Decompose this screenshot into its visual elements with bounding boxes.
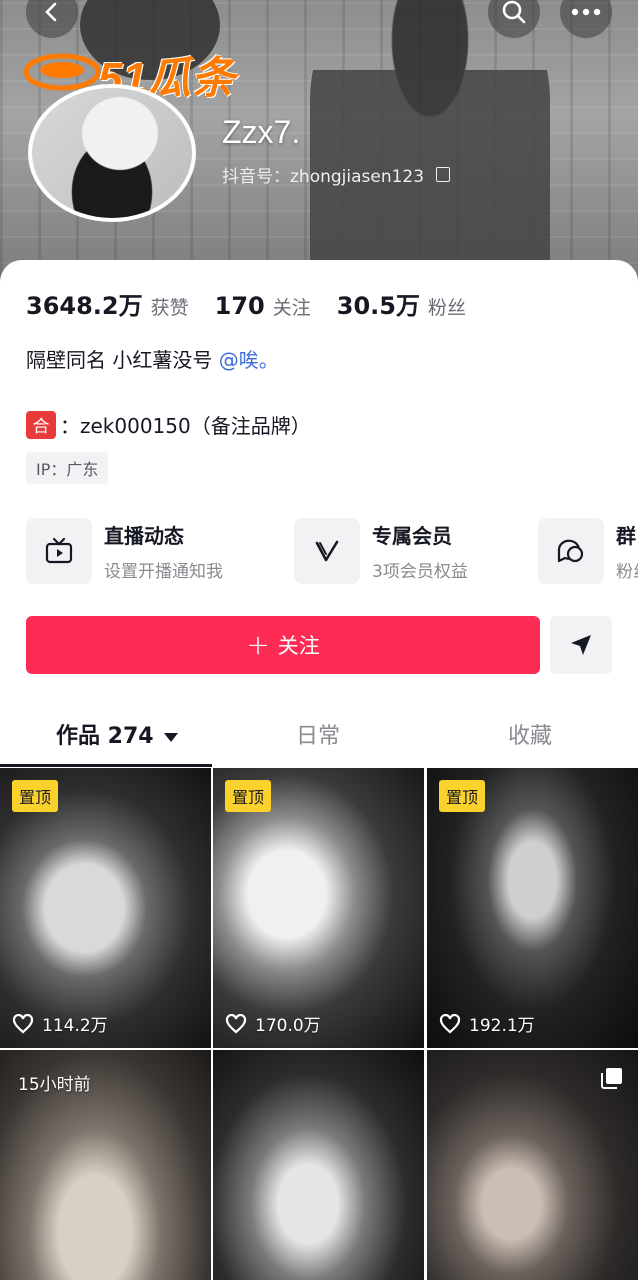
multi-image-icon bbox=[601, 1068, 622, 1089]
feature-group-subtitle: 粉丝 bbox=[616, 562, 638, 582]
tab-works-label: 作品 274 bbox=[56, 724, 154, 749]
back-button[interactable] bbox=[26, 0, 78, 38]
pinned-badge: 置顶 bbox=[12, 780, 59, 812]
following-label[interactable]: 关注 bbox=[273, 293, 311, 320]
video-thumbnail[interactable]: 置顶 170.0万 bbox=[213, 768, 424, 1048]
feature-member-title: 专属会员 bbox=[372, 524, 452, 548]
profile-banner: 51瓜条 51guatiao.com Zzx7. 抖音号：zhongjiasen… bbox=[0, 0, 638, 290]
bio-mention-link[interactable]: @唉。 bbox=[219, 348, 279, 372]
contact-text: ：zek000150（备注品牌） bbox=[60, 414, 311, 438]
contact-line: 合 ：zek000150（备注品牌） bbox=[26, 410, 311, 439]
video-grid: 置顶 114.2万 置顶 170.0万 置顶 192.1万 15小时前 bbox=[0, 768, 638, 1280]
paper-plane-icon bbox=[571, 635, 591, 655]
tab-daily[interactable]: 日常 bbox=[296, 718, 340, 750]
tab-favorites[interactable]: 收藏 bbox=[508, 718, 552, 750]
tab-active-indicator bbox=[0, 764, 212, 767]
video-likes-count: 170.0万 bbox=[255, 1016, 321, 1036]
send-message-button[interactable] bbox=[550, 616, 612, 674]
heart-icon bbox=[12, 1013, 34, 1033]
follow-label: 关注 bbox=[277, 634, 320, 658]
video-thumbnail[interactable]: 置顶 114.2万 bbox=[0, 768, 211, 1048]
content-tabs: 作品 274 日常 收藏 bbox=[0, 702, 638, 768]
cooperation-icon: 合 bbox=[26, 410, 56, 439]
video-thumbnail[interactable] bbox=[213, 1050, 424, 1280]
video-thumbnail[interactable] bbox=[427, 1050, 638, 1280]
video-likes: 170.0万 bbox=[225, 1011, 321, 1036]
stats-row: 3648.2万 获赞 170 关注 30.5万 粉丝 bbox=[26, 286, 492, 321]
video-cover bbox=[213, 1050, 424, 1280]
video-likes: 114.2万 bbox=[12, 1011, 108, 1036]
followers-count[interactable]: 30.5万 bbox=[337, 286, 420, 321]
feature-live-updates[interactable]: 直播动态 设置开播通知我 bbox=[26, 518, 223, 584]
feature-shortcuts: 直播动态 设置开播通知我 专属会员 3项会员权益 群 粉丝 bbox=[26, 518, 638, 584]
more-dots-icon bbox=[571, 8, 601, 16]
nickname: Zzx7. bbox=[222, 114, 301, 150]
bio: 隔壁同名 小红薯没号 @唉。 bbox=[26, 344, 279, 373]
video-thumbnail[interactable]: 置顶 192.1万 bbox=[427, 768, 638, 1048]
pinned-badge: 置顶 bbox=[439, 780, 486, 812]
feature-live-subtitle: 设置开播通知我 bbox=[104, 562, 223, 582]
douyin-id-text: 抖音号：zhongjiasen123 bbox=[222, 167, 425, 187]
search-icon bbox=[502, 0, 526, 24]
group-chat-icon bbox=[538, 518, 604, 584]
feature-member-subtitle: 3项会员权益 bbox=[372, 562, 468, 582]
likes-label: 获赞 bbox=[150, 297, 189, 319]
video-likes: 192.1万 bbox=[439, 1011, 535, 1036]
likes-count: 3648.2万 bbox=[26, 292, 143, 320]
video-thumbnail[interactable]: 15小时前 bbox=[0, 1050, 211, 1280]
feature-live-title: 直播动态 bbox=[104, 524, 184, 548]
plus-icon: + bbox=[246, 628, 270, 661]
feature-membership[interactable]: 专属会员 3项会员权益 bbox=[294, 518, 468, 584]
bio-text: 隔壁同名 小红薯没号 bbox=[26, 348, 219, 372]
tab-works[interactable]: 作品 274 bbox=[56, 718, 178, 750]
video-likes-count: 192.1万 bbox=[469, 1016, 535, 1036]
following-count[interactable]: 170 bbox=[215, 292, 265, 320]
banner-illustration-right bbox=[310, 0, 550, 280]
copy-icon[interactable] bbox=[436, 167, 451, 182]
video-likes-count: 114.2万 bbox=[42, 1016, 108, 1036]
pinned-badge: 置顶 bbox=[225, 780, 272, 812]
chevron-left-icon bbox=[45, 2, 57, 22]
tv-icon bbox=[26, 518, 92, 584]
caret-down-icon bbox=[163, 732, 178, 742]
member-v-icon bbox=[294, 518, 360, 584]
ip-location-tag: IP：广东 bbox=[26, 452, 109, 484]
feature-fan-group[interactable]: 群 粉丝 bbox=[538, 518, 638, 584]
followers-label[interactable]: 粉丝 bbox=[428, 293, 466, 320]
avatar[interactable] bbox=[28, 84, 196, 222]
posted-time-label: 15小时前 bbox=[18, 1075, 91, 1095]
more-button[interactable] bbox=[560, 0, 612, 38]
follow-button[interactable]: + 关注 bbox=[26, 616, 540, 674]
heart-icon bbox=[225, 1013, 247, 1033]
heart-icon bbox=[439, 1013, 461, 1033]
douyin-id: 抖音号：zhongjiasen123 bbox=[222, 162, 451, 187]
feature-group-title: 群 bbox=[616, 524, 636, 548]
